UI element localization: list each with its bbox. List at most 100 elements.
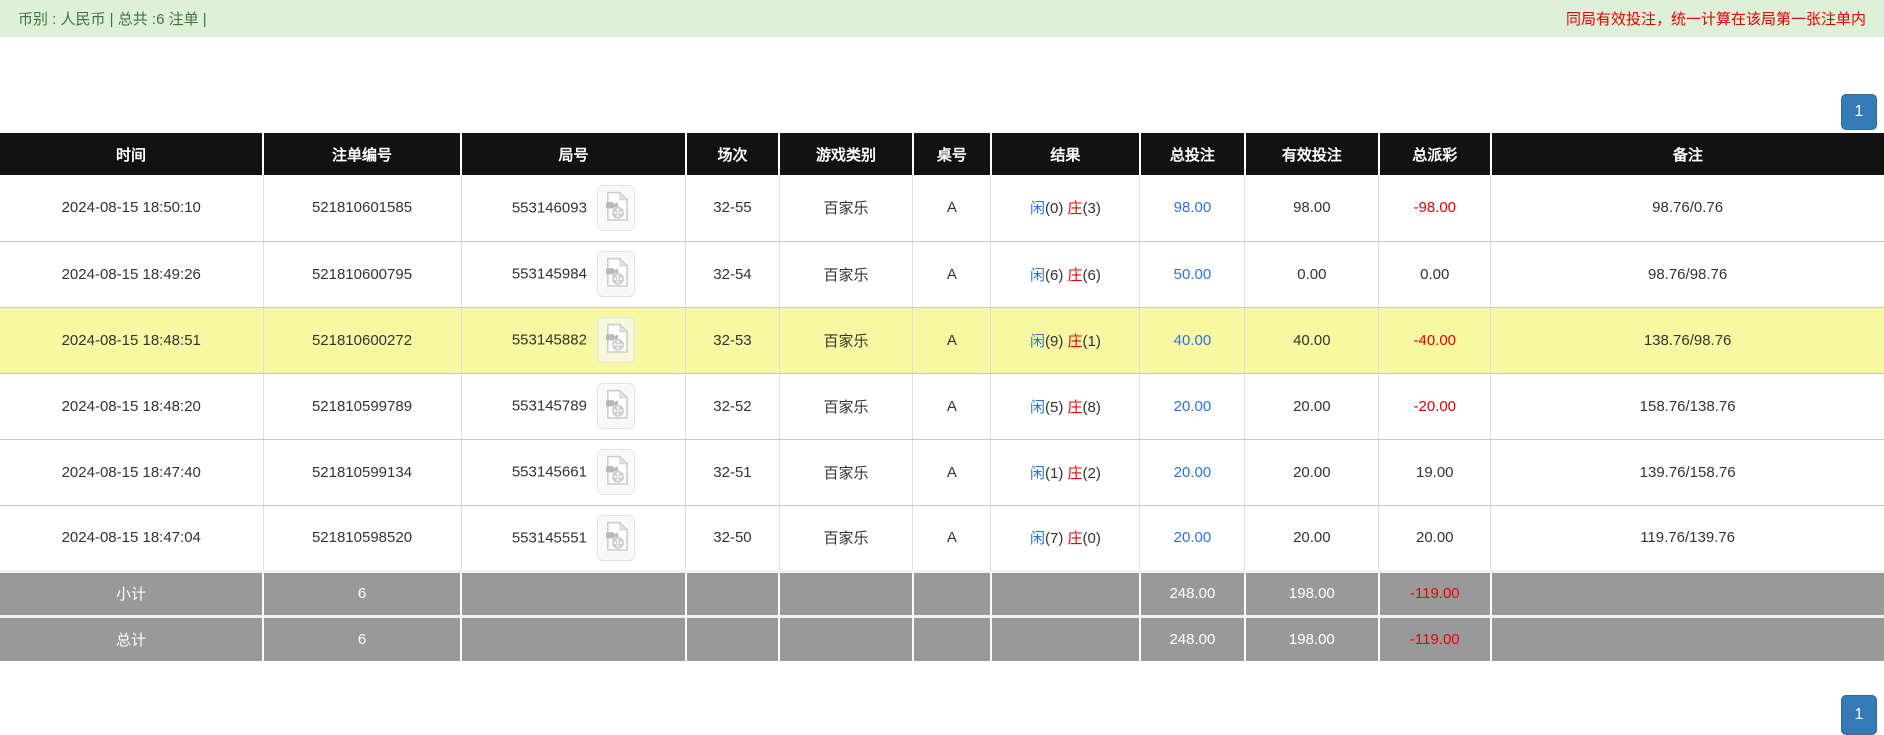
cell-time: 2024-08-15 18:48:51 — [0, 307, 264, 374]
cell-round-id: 553145984 — [461, 241, 687, 308]
video-replay-button[interactable] — [597, 514, 636, 561]
cell-payout: 20.00 — [1378, 505, 1492, 572]
pagination-top: 1 — [0, 94, 1884, 130]
cell-session: 32-54 — [685, 241, 780, 308]
footer-count: 6 — [263, 614, 462, 661]
column-header-game-type: 游戏类别 — [779, 133, 914, 175]
footer-payout: -119.00 — [1378, 569, 1492, 616]
cell-result: 闲(6) 庄(6) — [990, 241, 1141, 308]
cell-total-bet: 50.00 — [1139, 241, 1246, 308]
column-header-table-no: 桌号 — [912, 133, 992, 175]
cell-result: 闲(5) 庄(8) — [990, 373, 1141, 440]
cell-round-id: 553145551 — [461, 505, 687, 572]
result-banker-label: 庄 — [1067, 332, 1083, 350]
cell-session: 32-53 — [685, 307, 780, 374]
cell-bet-id: 521810600272 — [263, 307, 462, 374]
cell-bet-id: 521810601585 — [263, 175, 462, 242]
cell-valid-bet: 98.00 — [1244, 175, 1380, 242]
result-banker-label: 庄 — [1067, 398, 1083, 416]
footer-total-bet: 248.00 — [1139, 614, 1246, 661]
cell-result: 闲(9) 庄(1) — [990, 307, 1141, 374]
cell-round-id: 553146093 — [461, 175, 687, 242]
footer-label: 小计 — [0, 569, 264, 616]
result-player-label: 闲 — [1029, 200, 1045, 218]
banner-notice-text: 同局有效投注，统一计算在该局第一张注单内 — [1565, 11, 1866, 28]
video-file-icon — [604, 389, 629, 423]
footer-empty-table-no — [912, 614, 992, 661]
table-header: 时间 注单编号 局号 场次 游戏类别 桌号 结果 总投注 有效投注 总派彩 备注 — [0, 133, 1884, 175]
cell-total-bet: 20.00 — [1139, 373, 1246, 440]
cell-total-bet: 98.00 — [1139, 175, 1246, 242]
footer-valid-bet: 198.00 — [1244, 614, 1380, 661]
cell-time: 2024-08-15 18:47:04 — [0, 505, 264, 572]
footer-empty-session — [685, 614, 781, 661]
result-player-count: (1) — [1045, 464, 1068, 482]
result-banker-count: (1) — [1082, 332, 1101, 350]
cell-result: 闲(1) 庄(2) — [990, 439, 1141, 506]
cell-table-no: A — [912, 505, 992, 572]
pagination-bottom: 1 — [0, 695, 1884, 735]
cell-time: 2024-08-15 18:50:10 — [0, 175, 264, 242]
bet-records-page: 币别 : 人民币 | 总共 :6 注单 | 同局有效投注，统一计算在该局第一张注… — [0, 0, 1884, 735]
column-header-result: 结果 — [990, 133, 1141, 175]
result-banker-label: 庄 — [1067, 200, 1083, 218]
video-replay-button[interactable] — [597, 449, 636, 495]
video-replay-button[interactable] — [597, 184, 636, 231]
total-row: 总计 6 248.00 198.00 -119.00 — [0, 614, 1884, 661]
cell-payout: 0.00 — [1378, 241, 1492, 308]
round-id-text: 553145882 — [511, 331, 587, 349]
cell-remark: 158.76/138.76 — [1490, 373, 1884, 440]
cell-bet-id: 521810599789 — [263, 373, 462, 440]
result-player-count: (7) — [1045, 530, 1068, 547]
footer-empty-table-no — [912, 569, 992, 616]
video-file-icon — [604, 520, 629, 555]
page-button-1[interactable]: 1 — [1841, 695, 1877, 735]
table-row: 2024-08-15 18:48:20 521810599789 553145789… — [0, 373, 1884, 440]
cell-valid-bet: 40.00 — [1244, 307, 1380, 374]
round-id-text: 553145789 — [511, 397, 587, 415]
cell-valid-bet: 20.00 — [1244, 373, 1380, 440]
table-row: 2024-08-15 18:49:26 521810600795 553145984… — [0, 241, 1884, 308]
result-banker-count: (3) — [1082, 200, 1101, 218]
video-file-icon — [604, 257, 629, 291]
column-header-payout: 总派彩 — [1378, 133, 1492, 175]
video-replay-button[interactable] — [597, 251, 636, 297]
video-replay-button[interactable] — [597, 317, 636, 363]
page-button-1[interactable]: 1 — [1841, 94, 1877, 130]
cell-payout: -98.00 — [1378, 175, 1492, 242]
footer-valid-bet: 198.00 — [1244, 569, 1380, 616]
result-player-label: 闲 — [1029, 266, 1045, 284]
footer-empty-game-type — [779, 569, 914, 616]
cell-game-type: 百家乐 — [779, 307, 914, 374]
table-row: 2024-08-15 18:48:51 521810600272 553145882… — [0, 307, 1884, 374]
cell-bet-id: 521810598520 — [263, 505, 462, 572]
cell-table-no: A — [912, 241, 992, 308]
cell-remark: 138.76/98.76 — [1490, 307, 1884, 374]
cell-session: 32-55 — [685, 175, 780, 242]
footer-empty-round-id — [461, 569, 687, 616]
cell-payout: -20.00 — [1378, 373, 1492, 440]
footer-total-bet: 248.00 — [1139, 569, 1246, 616]
subtotal-row: 小计 6 248.00 198.00 -119.00 — [0, 569, 1884, 616]
cell-remark: 139.76/158.76 — [1490, 439, 1884, 506]
cell-table-no: A — [912, 175, 992, 242]
cell-table-no: A — [912, 439, 992, 506]
cell-game-type: 百家乐 — [779, 175, 914, 242]
footer-payout: -119.00 — [1378, 614, 1492, 661]
result-banker-count: (8) — [1082, 398, 1101, 416]
result-banker-label: 庄 — [1067, 266, 1083, 284]
footer-empty-result — [990, 569, 1141, 616]
result-banker-label: 庄 — [1067, 530, 1083, 547]
column-header-session: 场次 — [685, 133, 781, 175]
result-banker-count: (6) — [1082, 266, 1101, 284]
result-banker-count: (2) — [1082, 464, 1101, 482]
video-replay-button[interactable] — [597, 383, 636, 429]
table-row: 2024-08-15 18:50:10 521810601585 553146093… — [0, 175, 1884, 242]
cell-payout: 19.00 — [1378, 439, 1492, 506]
column-header-valid-bet: 有效投注 — [1244, 133, 1380, 175]
result-player-count: (9) — [1045, 332, 1068, 350]
column-header-time: 时间 — [0, 133, 264, 175]
table-row: 2024-08-15 18:47:40 521810599134 553145661… — [0, 439, 1884, 506]
footer-remark — [1490, 614, 1884, 661]
cell-result: 闲(0) 庄(3) — [990, 175, 1141, 242]
